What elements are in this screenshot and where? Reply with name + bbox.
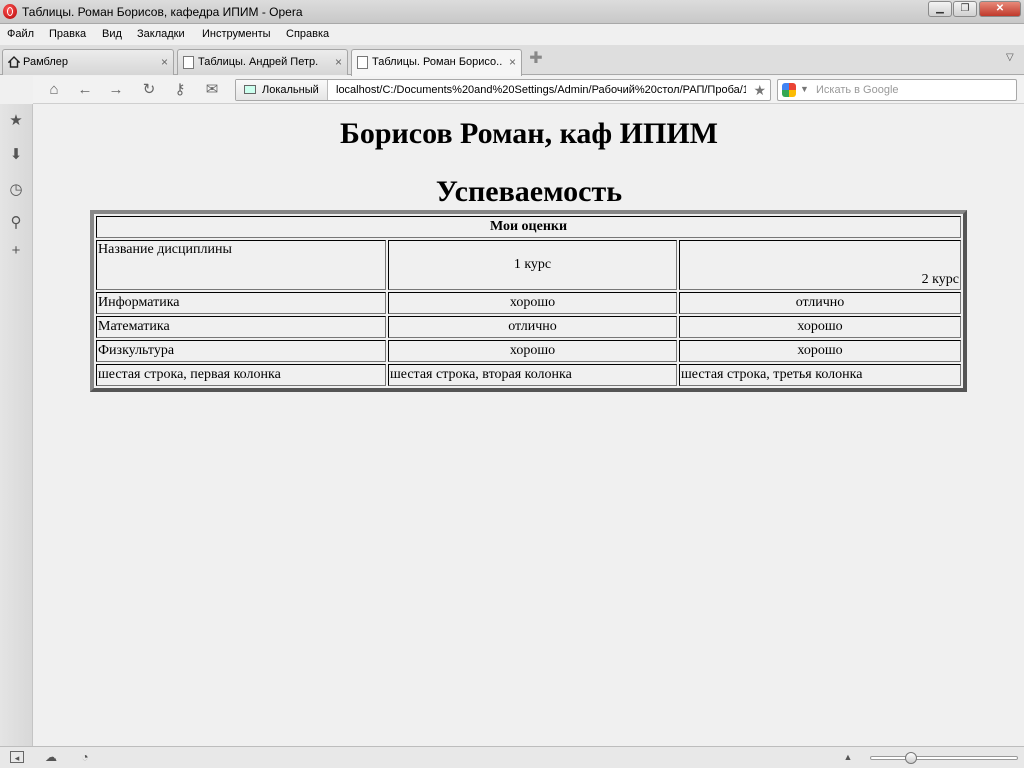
table-caption-row: Мои оценки — [96, 216, 961, 238]
search-engine-dropdown-icon[interactable]: ▼ — [800, 84, 809, 94]
computer-icon — [244, 85, 256, 94]
menu-bookmarks[interactable]: Закладки — [137, 28, 185, 40]
cell-course-2: хорошо — [679, 340, 961, 362]
page-content: Борисов Роман, каф ИПИМ Успеваемость Мои… — [34, 105, 1024, 746]
cell-course-1: хорошо — [388, 340, 677, 362]
home-icon[interactable]: ⌂ — [45, 81, 63, 99]
cell-course-2: хорошо — [679, 316, 961, 338]
forward-arrow-icon[interactable]: → — [107, 81, 125, 99]
cell-discipline: шестая строка, первая колонка — [96, 364, 386, 386]
menu-tools[interactable]: Инструменты — [202, 28, 271, 40]
navigation-toolbar: ⌂ ← → ↻ ⚷ ✉ Локальный localhost/C:/Docum… — [33, 76, 1024, 104]
cell-discipline: Математика — [96, 316, 386, 338]
cell-discipline: Информатика — [96, 292, 386, 314]
cell-discipline: Физкультура — [96, 340, 386, 362]
add-panel-plus-icon[interactable]: + — [7, 242, 25, 260]
cell-course-2: шестая строка, третья колонка — [679, 364, 961, 386]
tab-roman[interactable]: Таблицы. Роман Борисо... × — [351, 49, 522, 76]
maximize-button[interactable]: ❐ — [953, 1, 977, 17]
cell-course-2: отлично — [679, 292, 961, 314]
panel-toggle-icon[interactable]: ◂ — [10, 751, 24, 763]
table-row: Информатика хорошо отлично — [96, 292, 961, 314]
close-window-button[interactable]: ✕ — [979, 1, 1021, 17]
zoom-up-arrow-icon[interactable]: ▲ — [841, 751, 855, 763]
zoom-slider-knob[interactable] — [905, 752, 918, 764]
header-course-1: 1 курс — [388, 240, 677, 290]
menu-view[interactable]: Вид — [102, 28, 122, 40]
unite-cloud-icon[interactable]: ☁ — [44, 751, 58, 763]
table-header-row: Название дисциплины 1 курс 2 курс — [96, 240, 961, 290]
tab-label: Таблицы. Роман Борисо... — [372, 56, 502, 68]
security-zone-badge[interactable]: Локальный — [236, 80, 328, 100]
page-heading: Борисов Роман, каф ИПИМ — [339, 117, 718, 150]
menu-bar: Файл Правка Вид Закладки Инструменты Спр… — [0, 25, 1024, 45]
tab-bar: Рамблер × Таблицы. Андрей Петр... × Табл… — [0, 45, 1024, 76]
turbo-speedometer-icon[interactable]: ◔ — [78, 751, 92, 763]
history-clock-icon[interactable]: ◷ — [7, 181, 25, 199]
zone-label: Локальный — [262, 84, 319, 96]
opera-icon — [3, 4, 17, 19]
search-placeholder[interactable]: Искать в Google — [816, 84, 899, 96]
downloads-icon[interactable]: ⬇ — [7, 146, 25, 164]
bookmarks-star-icon[interactable]: ★ — [7, 112, 25, 130]
key-icon[interactable]: ⚷ — [171, 81, 189, 99]
cell-course-1: отлично — [388, 316, 677, 338]
table-row: Физкультура хорошо хорошо — [96, 340, 961, 362]
back-arrow-icon[interactable]: ← — [76, 81, 94, 99]
page-icon — [357, 56, 368, 69]
minimize-button[interactable]: ▁ — [928, 1, 952, 17]
grades-table: Мои оценки Название дисциплины 1 курс 2 … — [90, 210, 967, 392]
tab-close-icon[interactable]: × — [335, 55, 342, 69]
table-row: Математика отлично хорошо — [96, 316, 961, 338]
menu-file[interactable]: Файл — [7, 28, 34, 40]
new-tab-plus-icon[interactable]: ✚ — [528, 51, 544, 67]
cell-course-1: шестая строка, вторая колонка — [388, 364, 677, 386]
bookmark-star-icon[interactable]: ★ — [753, 82, 766, 99]
reload-icon[interactable]: ↻ — [140, 81, 158, 99]
menu-edit[interactable]: Правка — [49, 28, 86, 40]
tab-menu-chevron-icon[interactable]: ▽ — [1006, 52, 1014, 63]
cell-course-1: хорошо — [388, 292, 677, 314]
table-row: шестая строка, первая колонка шестая стр… — [96, 364, 961, 386]
tab-andrey[interactable]: Таблицы. Андрей Петр... × — [177, 49, 348, 75]
menu-help[interactable]: Справка — [286, 28, 329, 40]
status-bar: ◂ ☁ ◔ ▲ — [0, 746, 1024, 768]
window-title: Таблицы. Роман Борисов, кафедра ИПИМ - O… — [22, 5, 303, 19]
mail-icon[interactable]: ✉ — [203, 81, 221, 99]
search-icon[interactable]: ⚲ — [7, 214, 25, 232]
side-panel: ★ ⬇ ◷ ⚲ + — [0, 104, 33, 746]
tab-label: Таблицы. Андрей Петр... — [198, 56, 318, 68]
tab-label: Рамблер — [23, 56, 68, 68]
home-icon — [8, 56, 20, 68]
tab-rambler[interactable]: Рамблер × — [2, 49, 174, 75]
title-bar: Таблицы. Роман Борисов, кафедра ИПИМ - O… — [0, 0, 1024, 24]
page-subheading: Успеваемость — [435, 175, 623, 208]
address-bar[interactable]: Локальный localhost/C:/Documents%20and%2… — [235, 79, 771, 101]
search-box[interactable]: ▼ Искать в Google — [777, 79, 1017, 101]
google-icon[interactable] — [782, 83, 796, 97]
url-text[interactable]: localhost/C:/Documents%20and%20Settings/… — [336, 84, 746, 96]
page-icon — [183, 56, 194, 69]
tab-close-icon[interactable]: × — [161, 55, 168, 69]
table-caption-cell: Мои оценки — [96, 216, 961, 238]
tab-close-icon[interactable]: × — [509, 55, 516, 69]
zoom-slider-track[interactable] — [870, 756, 1018, 760]
header-course-2: 2 курс — [679, 240, 961, 290]
header-discipline: Название дисциплины — [96, 240, 386, 290]
